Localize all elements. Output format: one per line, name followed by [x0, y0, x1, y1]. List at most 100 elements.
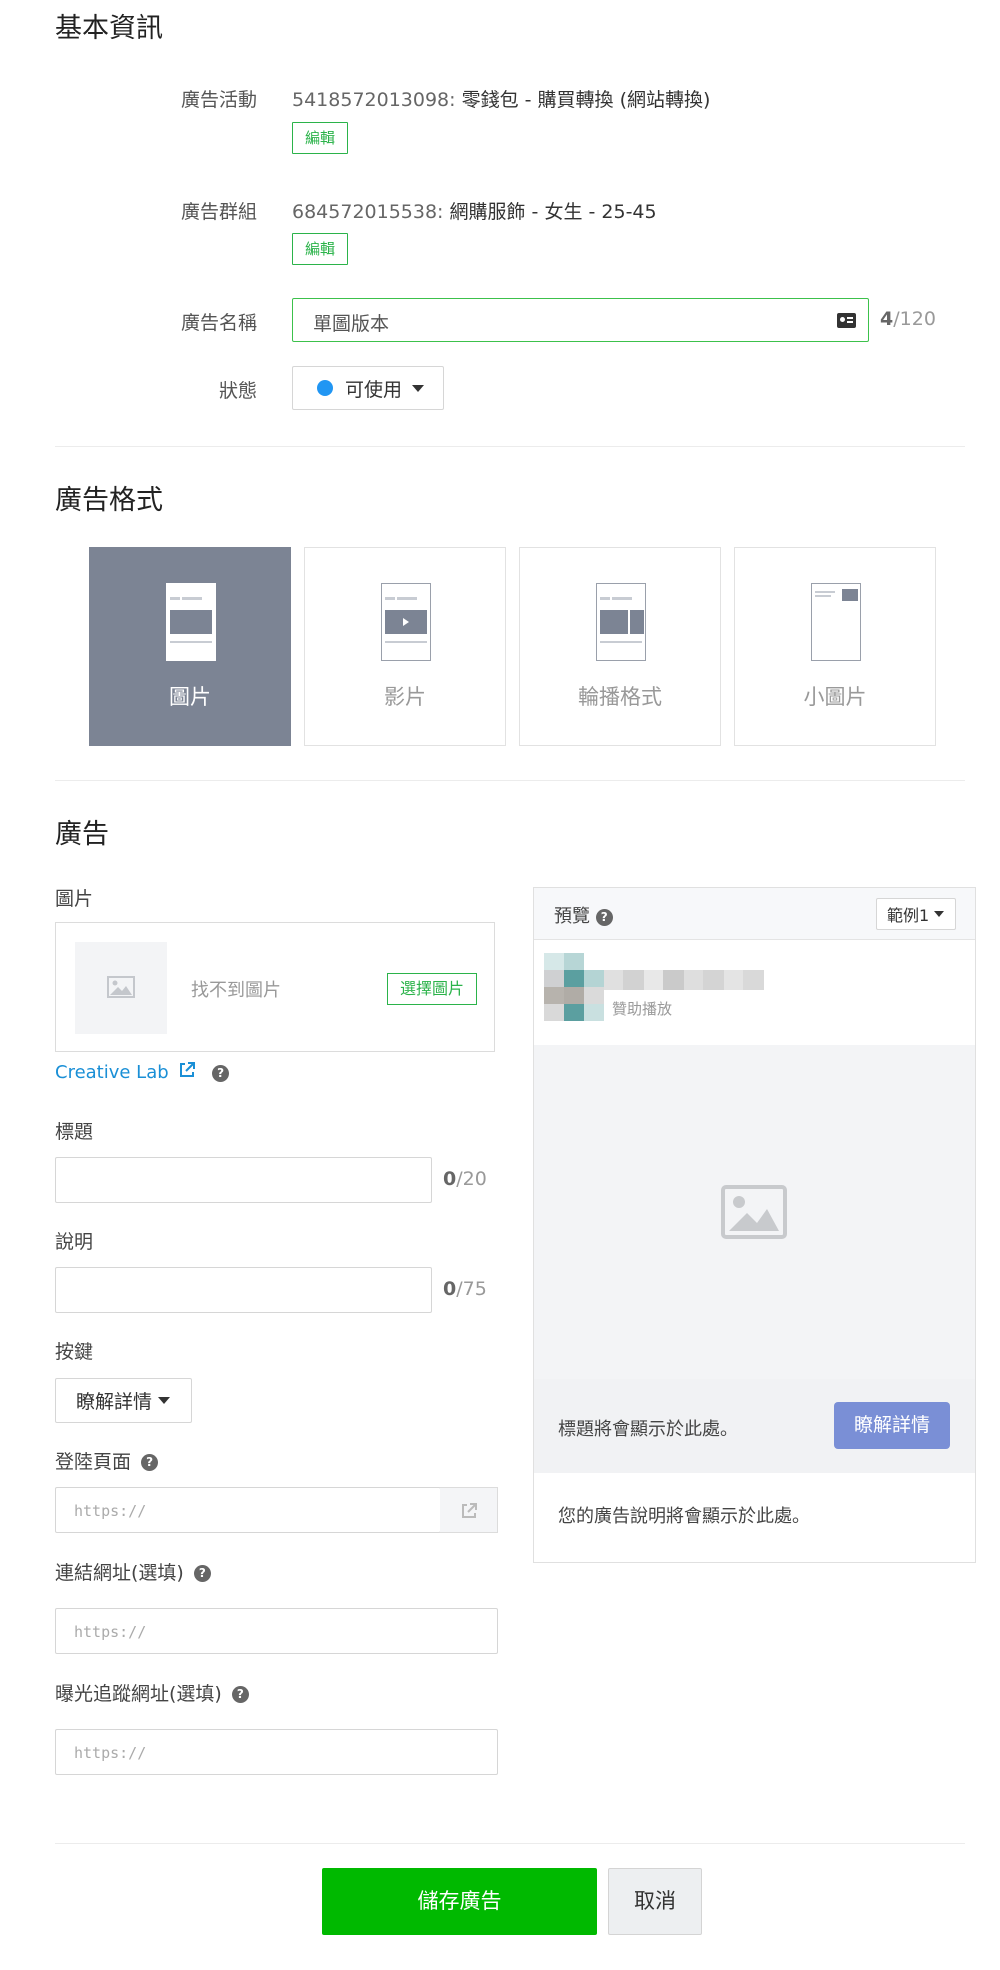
edit-group-button[interactable]: 編輯	[292, 233, 348, 265]
format-label: 輪播格式	[578, 685, 662, 709]
cancel-button[interactable]: 取消	[608, 1868, 702, 1935]
headline-input[interactable]	[55, 1157, 432, 1203]
landing-page-input[interactable]: https://	[55, 1487, 441, 1533]
divider	[55, 1843, 965, 1844]
ad-name-count: 4	[880, 308, 894, 330]
section-title-ad: 廣告	[55, 819, 109, 850]
preview-image-area	[534, 1045, 975, 1379]
format-option-small-image[interactable]: 小圖片	[734, 547, 936, 746]
headline-counter: 0/20	[443, 1168, 487, 1190]
preview-example-dropdown[interactable]: 範例1	[876, 898, 956, 930]
help-icon[interactable]: ?	[212, 1064, 230, 1082]
image-placeholder-icon	[107, 976, 135, 998]
help-icon[interactable]: ?	[141, 1454, 159, 1471]
ad-name-max: /120	[893, 308, 936, 330]
small-image-format-icon	[811, 583, 861, 661]
preview-headline-bar: 標題將會顯示於此處。 瞭解詳情	[534, 1379, 975, 1473]
link-url-placeholder: https://	[74, 1623, 147, 1641]
advertiser-avatar	[544, 953, 604, 1021]
external-link-icon	[180, 1062, 196, 1077]
link-url-label: 連結網址(選填) ?	[55, 1558, 211, 1585]
edit-campaign-button[interactable]: 編輯	[292, 122, 348, 154]
divider	[55, 780, 965, 781]
section-title-basic-info: 基本資訊	[55, 13, 163, 44]
tracking-url-label-text: 曝光追蹤網址(選填)	[55, 1683, 222, 1705]
preview-title-text: 預覽	[554, 906, 590, 927]
image-format-icon	[166, 583, 216, 661]
cta-button-value: 瞭解詳情	[76, 1391, 153, 1413]
description-max: /75	[456, 1278, 487, 1300]
link-url-input[interactable]: https://	[55, 1608, 498, 1654]
format-option-image[interactable]: 圖片	[89, 547, 291, 746]
description-counter: 0/75	[443, 1278, 487, 1300]
description-input[interactable]	[55, 1267, 432, 1313]
button-field-label: 按鍵	[55, 1341, 94, 1363]
image-placeholder	[75, 942, 167, 1034]
video-format-icon	[381, 583, 431, 661]
campaign-id: 5418572013098:	[292, 89, 456, 111]
ad-name-label: 廣告名稱	[180, 312, 257, 334]
chevron-down-icon	[934, 911, 945, 917]
description-count: 0	[443, 1278, 457, 1300]
status-dropdown[interactable]: 可使用	[292, 366, 444, 410]
format-option-video[interactable]: 影片	[304, 547, 506, 746]
headline-label: 標題	[55, 1121, 94, 1143]
status-value: 可使用	[345, 378, 403, 401]
open-landing-page-button[interactable]	[440, 1487, 498, 1533]
headline-count: 0	[443, 1168, 457, 1190]
creative-lab-label: Creative Lab	[55, 1062, 169, 1083]
landing-page-label: 登陸頁面 ?	[55, 1447, 159, 1474]
campaign-name: 零錢包 - 購買轉換 (網站轉換)	[461, 89, 711, 111]
help-icon[interactable]: ?	[595, 908, 613, 926]
group-value: 684572015538: 網購服飾 - 女生 - 25-45	[292, 197, 657, 224]
status-dot-icon	[317, 380, 333, 396]
creative-lab-link[interactable]: Creative Lab ?	[55, 1061, 230, 1083]
chevron-down-icon	[158, 1397, 171, 1404]
landing-page-placeholder: https://	[74, 1502, 147, 1520]
ad-name-value: 單圖版本	[313, 313, 390, 335]
group-name: 網購服飾 - 女生 - 25-45	[449, 201, 657, 223]
ad-name-input[interactable]: 單圖版本	[292, 298, 869, 342]
image-empty-text: 找不到圖片	[191, 980, 281, 1001]
advertiser-name-blurred	[604, 970, 764, 990]
campaign-label: 廣告活動	[180, 89, 257, 111]
divider	[55, 446, 965, 447]
help-icon[interactable]: ?	[231, 1686, 249, 1703]
image-placeholder-icon	[721, 1185, 787, 1239]
preview-description-placeholder: 您的廣告說明將會顯示於此處。	[558, 1506, 810, 1527]
preview-headline-placeholder: 標題將會顯示於此處。	[558, 1419, 738, 1440]
format-label: 影片	[384, 685, 426, 709]
tracking-url-input[interactable]: https://	[55, 1729, 498, 1775]
landing-page-label-text: 登陸頁面	[55, 1451, 132, 1473]
help-icon[interactable]: ?	[193, 1565, 211, 1582]
group-label: 廣告群組	[180, 201, 257, 223]
tracking-url-label: 曝光追蹤網址(選填) ?	[55, 1679, 249, 1706]
link-url-label-text: 連結網址(選填)	[55, 1562, 184, 1584]
external-link-icon	[462, 1503, 477, 1518]
group-id: 684572015538:	[292, 201, 444, 223]
image-upload-box: 找不到圖片 選擇圖片	[55, 922, 495, 1052]
status-label: 狀態	[218, 380, 257, 402]
tracking-url-placeholder: https://	[74, 1744, 147, 1762]
campaign-value: 5418572013098: 零錢包 - 購買轉換 (網站轉換)	[292, 85, 710, 112]
headline-max: /20	[456, 1168, 487, 1190]
preview-header: 預覽 ? 範例1	[534, 888, 975, 940]
format-label: 小圖片	[803, 685, 867, 709]
carousel-format-icon	[596, 583, 646, 661]
preview-title: 預覽 ?	[554, 902, 613, 928]
chevron-down-icon	[412, 384, 425, 392]
image-field-label: 圖片	[55, 888, 94, 910]
format-label: 圖片	[169, 685, 211, 709]
preview-cta-button[interactable]: 瞭解詳情	[834, 1402, 950, 1449]
section-title-ad-format: 廣告格式	[55, 485, 163, 516]
format-option-carousel[interactable]: 輪播格式	[519, 547, 721, 746]
contact-card-icon	[837, 313, 856, 328]
description-label: 說明	[55, 1231, 94, 1253]
save-ad-button[interactable]: 儲存廣告	[322, 1868, 597, 1935]
cta-button-dropdown[interactable]: 瞭解詳情	[55, 1378, 192, 1423]
choose-image-button[interactable]: 選擇圖片	[387, 973, 477, 1005]
sponsored-label: 贊助播放	[612, 1000, 673, 1018]
ad-name-counter: 4/120	[880, 308, 936, 330]
preview-panel: 預覽 ? 範例1 贊助播放 標題將會顯示於此處。 瞭解詳情 您的廣告說明將會顯示…	[533, 887, 976, 1563]
preview-example-value: 範例1	[887, 906, 930, 925]
